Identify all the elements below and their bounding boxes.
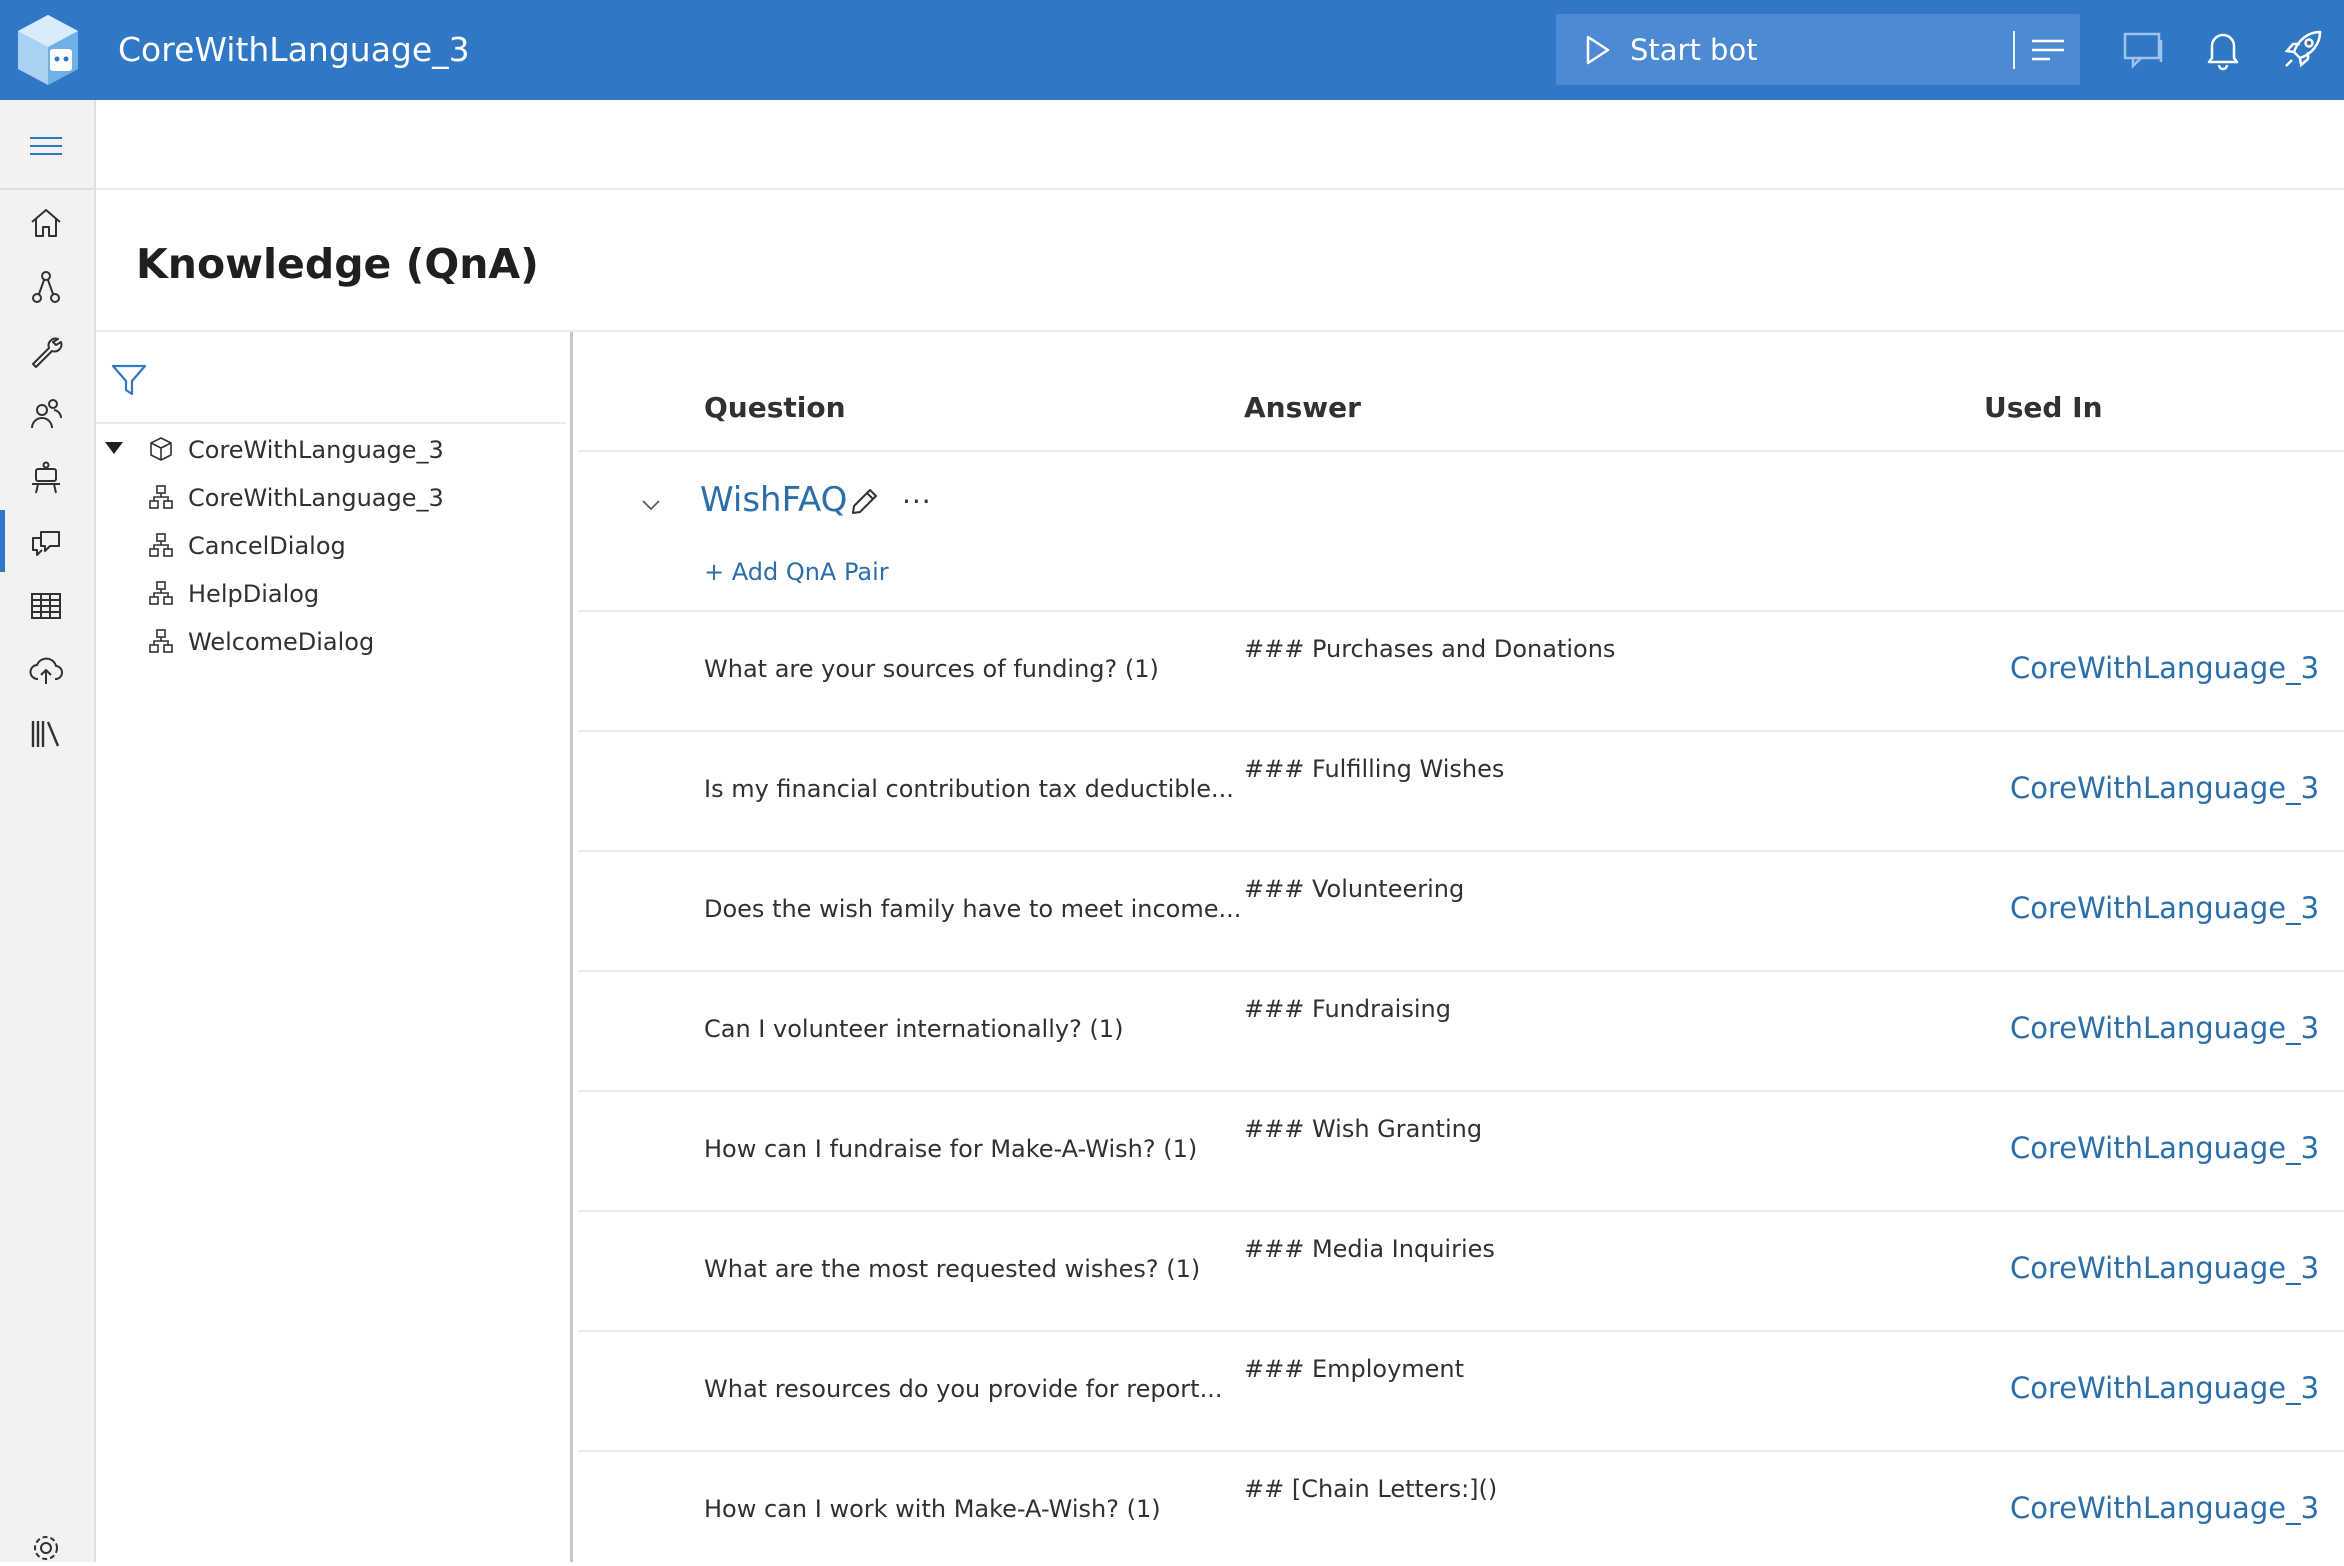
knowledge-qna-icon [32,531,60,556]
question-cell[interactable]: Can I volunteer internationally? (1) [704,1012,1123,1046]
question-cell[interactable]: What are the most requested wishes? (1) [704,1252,1200,1286]
dialog-icon [149,485,173,509]
qna-row[interactable]: What resources do you provide for report… [578,1332,2344,1452]
nav-knowledge-qna[interactable] [0,510,94,572]
qna-row[interactable]: What are the most requested wishes? (1) … [578,1212,2344,1332]
start-bot-button[interactable]: Start bot [1556,14,2080,85]
table-icon [31,593,61,619]
chevron-down-icon[interactable] [640,494,662,516]
question-cell[interactable]: Does the wish family have to meet income… [704,892,1241,926]
qna-row[interactable]: Does the wish family have to meet income… [578,852,2344,972]
left-nav [0,100,96,1562]
bell-icon[interactable] [2200,26,2246,72]
chat-icon[interactable] [2121,26,2167,72]
question-cell[interactable]: What are your sources of funding? (1) [704,652,1159,686]
add-qna-pair-link[interactable]: + Add QnA Pair [704,554,889,590]
qna-row[interactable]: What are your sources of funding? (1) ##… [578,612,2344,732]
answer-cell[interactable]: ### Employment [1244,1352,1464,1386]
answer-cell[interactable]: ### Media Inquiries [1244,1232,1495,1266]
answer-cell[interactable]: ### Fundraising [1244,992,1451,1026]
used-in-link[interactable]: CoreWithLanguage_3 [2010,1008,2319,1048]
nav-publish[interactable] [0,638,94,700]
qna-row[interactable]: Can I volunteer internationally? (1) ###… [578,972,2344,1092]
page-title: Knowledge (QnA) [136,240,539,288]
used-in-link[interactable]: CoreWithLanguage_3 [2010,1248,2319,1288]
question-cell[interactable]: Is my financial contribution tax deducti… [704,772,1234,806]
nav-table[interactable] [0,574,94,636]
tree-item-label: CancelDialog [188,532,346,560]
dialog-icon [149,581,173,605]
qna-row[interactable]: Is my financial contribution tax deducti… [578,732,2344,852]
nav-library[interactable] [0,701,94,763]
answer-cell[interactable]: ## [Chain Letters:]() [1244,1472,1497,1506]
rocket-icon[interactable] [2280,26,2326,72]
nav-configure[interactable] [0,319,94,381]
home-icon [31,209,61,237]
answer-cell[interactable]: ### Purchases and Donations [1244,632,1615,666]
grid-header: Question Answer Used In [578,332,2344,452]
pencil-icon[interactable] [850,486,880,516]
caret-down-icon[interactable] [104,440,124,456]
qna-group: WishFAQ ··· + Add QnA Pair [578,452,2344,612]
answer-cell[interactable]: ### Wish Granting [1244,1112,1482,1146]
answer-cell[interactable]: ### Volunteering [1244,872,1464,906]
configure-icon [32,337,63,368]
used-in-link[interactable]: CoreWithLanguage_3 [2010,888,2319,928]
nav-home[interactable] [0,191,94,253]
start-bot-label: Start bot [1630,33,1758,67]
nav-users[interactable] [0,382,94,444]
used-in-link[interactable]: CoreWithLanguage_3 [2010,1128,2319,1168]
publish-icon [29,657,63,684]
gear-icon[interactable] [28,1530,64,1566]
users-icon [31,399,63,429]
tree-root-label: CoreWithLanguage_3 [188,436,444,464]
nav-design[interactable] [0,255,94,317]
tree-item-label: WelcomeDialog [188,628,375,656]
tree-item-label: HelpDialog [188,580,320,608]
qna-row[interactable]: How can I work with Make-A-Wish? (1) ## … [578,1452,2344,1560]
question-cell[interactable]: How can I fundraise for Make-A-Wish? (1) [704,1132,1197,1166]
filter-icon[interactable] [110,362,148,398]
used-in-link[interactable]: CoreWithLanguage_3 [2010,768,2319,808]
app-title: CoreWithLanguage_3 [118,30,470,69]
play-icon [1586,35,1610,65]
top-bar: CoreWithLanguage_3 Start bot [0,0,2344,100]
used-in-link[interactable]: CoreWithLanguage_3 [2010,1488,2319,1528]
library-icon [31,721,60,747]
design-icon [32,271,60,303]
start-bot-divider [2013,31,2015,69]
hamburger-menu-button[interactable] [0,112,94,174]
used-in-link[interactable]: CoreWithLanguage_3 [2010,1368,2319,1408]
tree-item-label: CoreWithLanguage_3 [188,484,444,512]
dialog-icon [149,533,173,557]
hamburger-icon [30,137,62,155]
question-cell[interactable]: How can I work with Make-A-Wish? (1) [704,1492,1161,1526]
toolbar [96,100,2344,190]
nav-separator [0,188,94,190]
nav-bot-responses[interactable] [0,446,94,508]
bot-responses-icon [32,461,60,494]
answer-cell[interactable]: ### Fulfilling Wishes [1244,752,1504,786]
tree-separator [96,422,566,424]
column-header-used-in[interactable]: Used In [1984,388,2103,428]
group-name: WishFAQ [700,480,848,520]
used-in-link[interactable]: CoreWithLanguage_3 [2010,648,2319,688]
qna-row[interactable]: How can I fundraise for Make-A-Wish? (1)… [578,1092,2344,1212]
cube-icon [150,437,172,461]
column-header-answer[interactable]: Answer [1244,388,1361,428]
bot-logo-icon [18,15,78,85]
menu-lines-icon[interactable] [2030,36,2066,64]
question-cell[interactable]: What resources do you provide for report… [704,1372,1222,1406]
dialog-icon [149,629,173,653]
more-options-button[interactable]: ··· [902,488,932,516]
column-header-question[interactable]: Question [704,388,846,428]
